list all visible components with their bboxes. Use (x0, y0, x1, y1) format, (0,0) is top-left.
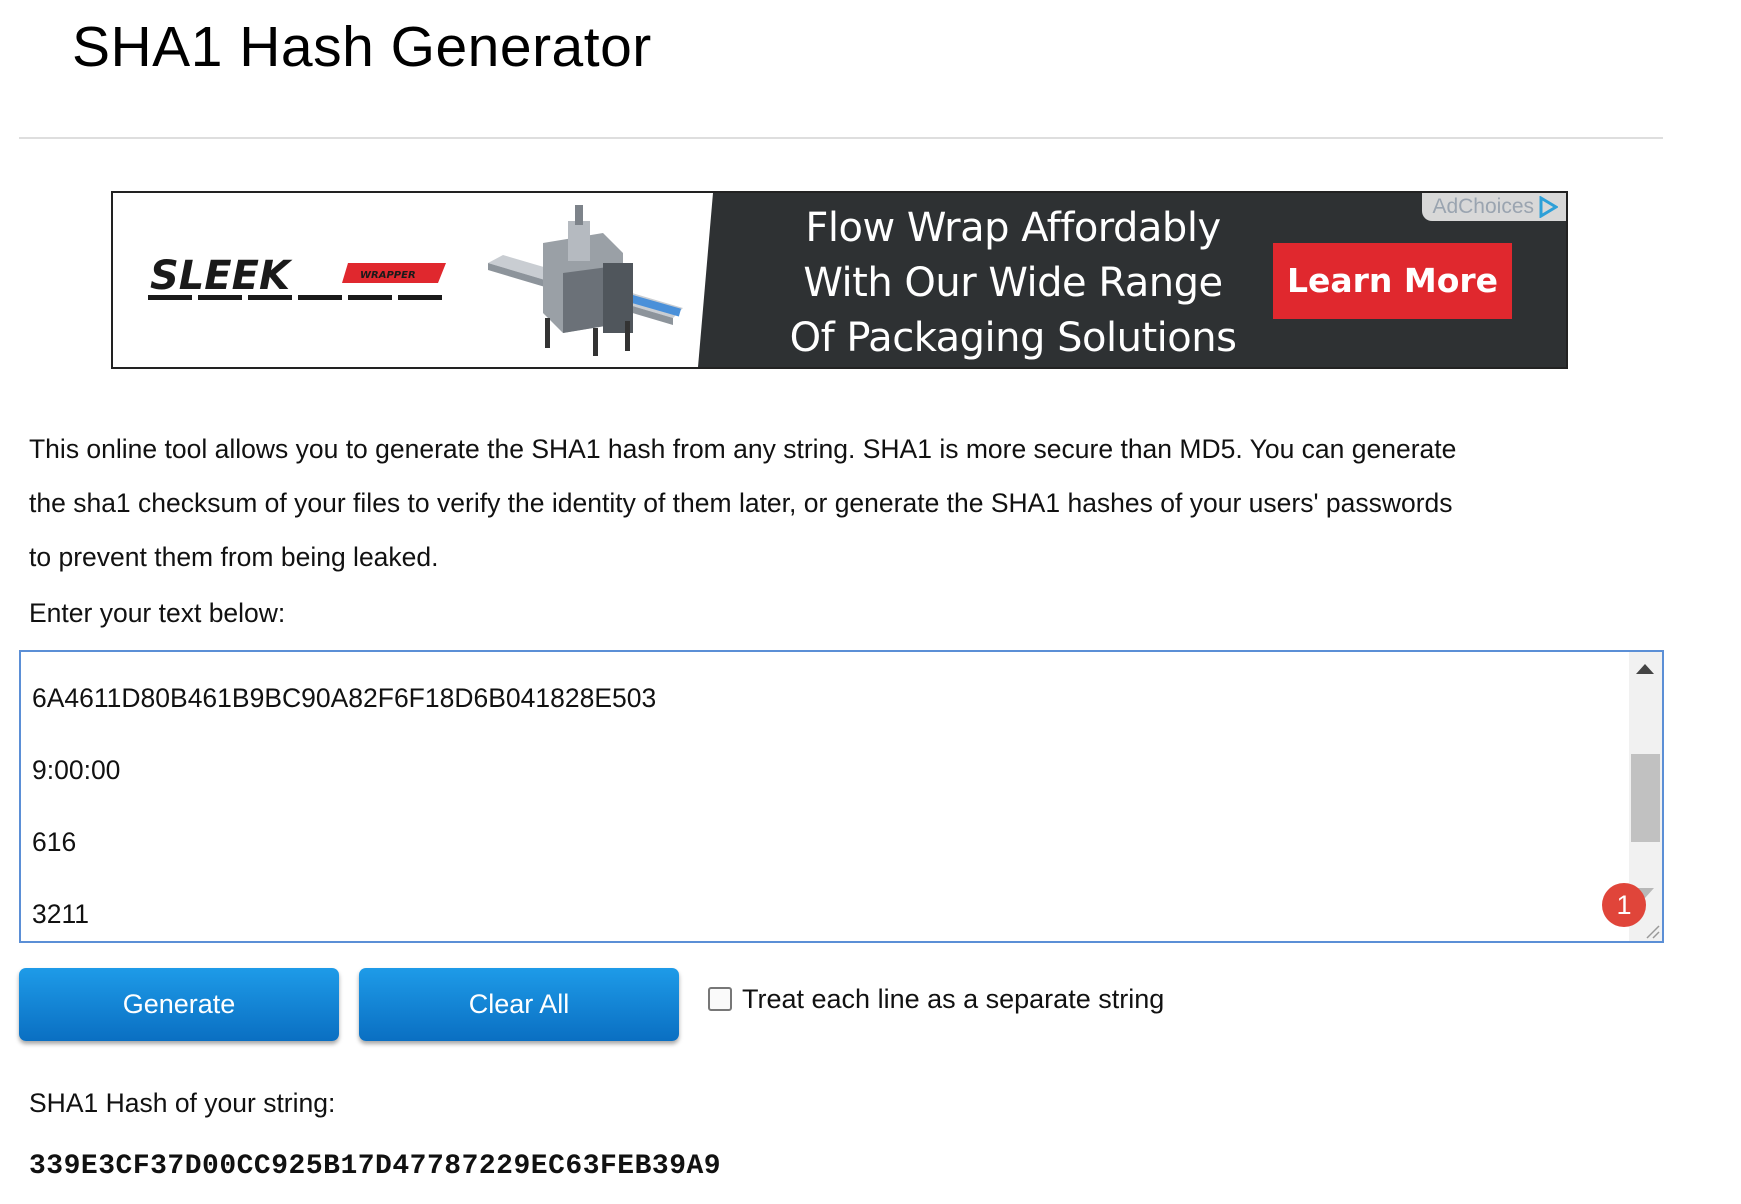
separate-lines-checkbox[interactable] (708, 986, 732, 1011)
ad-image-panel: SLEEK WRAPPER (113, 193, 713, 367)
ad-banner[interactable]: SLEEK WRAPPER Flow Wrap Affordably With … (111, 191, 1568, 369)
brand-logo-text: SLEEK (150, 255, 293, 299)
input-prompt-label: Enter your text below: (29, 598, 286, 628)
input-line: 616 (32, 827, 77, 857)
generate-button[interactable]: Generate (19, 968, 339, 1041)
input-line: 3211 (32, 899, 89, 929)
brand-logo: SLEEK WRAPPER (148, 255, 446, 300)
brand-logo-subtext: WRAPPER (360, 270, 416, 281)
page-title: SHA1 Hash Generator (72, 15, 652, 79)
tool-description: This online tool allows you to generate … (29, 422, 1589, 584)
input-line: 6A4611D80B461B9BC90A82F6F18D6B041828E503 (32, 683, 657, 713)
description-line: to prevent them from being leaked. (29, 542, 439, 572)
description-line: the sha1 checksum of your files to verif… (29, 488, 1453, 518)
packaging-machine-image (488, 205, 683, 356)
resize-grip-icon[interactable] (1644, 923, 1660, 939)
separate-lines-option[interactable]: Treat each line as a separate string (708, 984, 1164, 1015)
text-input-content: 6A4611D80B461B9BC90A82F6F18D6B041828E503… (32, 674, 656, 962)
ad-headline: Flow Wrap Affordably With Our Wide Range… (763, 201, 1263, 366)
adchoices-link[interactable]: AdChoices (1422, 193, 1566, 221)
ad-headline-line: Flow Wrap Affordably (805, 205, 1221, 251)
separate-lines-label[interactable]: Treat each line as a separate string (742, 984, 1164, 1015)
text-input-area[interactable]: 6A4611D80B461B9BC90A82F6F18D6B041828E503… (19, 650, 1664, 943)
scrollbar-thumb[interactable] (1631, 754, 1660, 842)
page: SHA1 Hash Generator SLEEK WRAPPER Flow W… (0, 0, 1741, 1204)
learn-more-button[interactable]: Learn More (1273, 243, 1512, 319)
description-line: This online tool allows you to generate … (29, 434, 1457, 464)
ad-headline-line: With Our Wide Range (803, 260, 1223, 306)
adchoices-icon (1539, 196, 1558, 218)
adchoices-label: AdChoices (1432, 195, 1534, 218)
ad-headline-line: Of Packaging Solutions (789, 315, 1237, 361)
clear-all-button[interactable]: Clear All (359, 968, 679, 1041)
scroll-up-arrow-icon[interactable] (1636, 664, 1654, 674)
sha1-result-value: 339E3CF37D00CC925B17D47787229EC63FEB39A9 (29, 1151, 722, 1182)
result-label: SHA1 Hash of your string: (29, 1088, 336, 1118)
input-line: 9:00:00 (32, 755, 121, 785)
title-divider (19, 137, 1663, 139)
notification-badge[interactable]: 1 (1602, 883, 1646, 927)
